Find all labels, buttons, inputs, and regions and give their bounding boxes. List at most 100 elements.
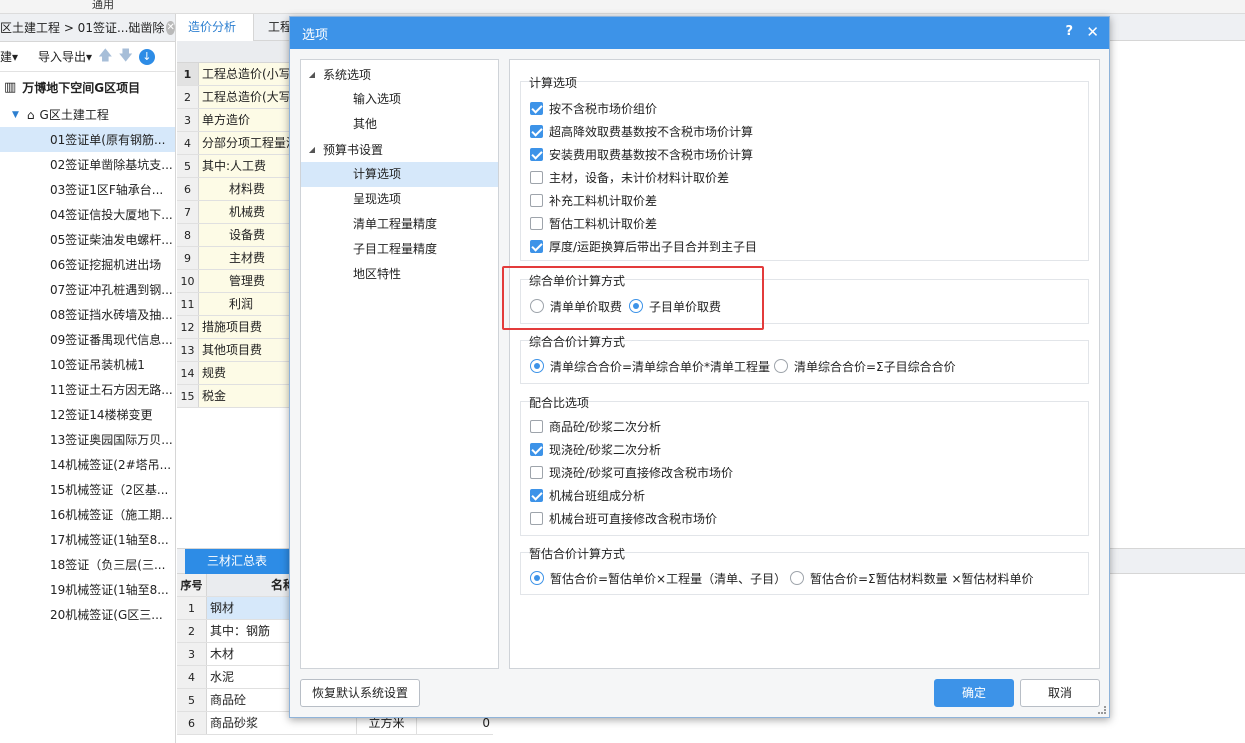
- tree-item[interactable]: 05签证柴油发电螺杆...: [0, 227, 175, 252]
- radio[interactable]: [774, 359, 788, 373]
- checkbox[interactable]: [530, 216, 543, 230]
- checkbox[interactable]: [530, 442, 543, 456]
- row-name[interactable]: 管理费: [199, 270, 292, 292]
- tree-item-sub-precision[interactable]: 子目工程量精度: [301, 237, 498, 262]
- tab-material-summary[interactable]: 三材汇总表: [185, 549, 289, 574]
- row-name[interactable]: 单方造价: [199, 109, 292, 131]
- table-row[interactable]: 6 材料费: [177, 178, 292, 201]
- row-name[interactable]: 机械费: [199, 201, 292, 223]
- checkbox[interactable]: [530, 193, 543, 207]
- table-row[interactable]: 10 管理费: [177, 270, 292, 293]
- radio-option[interactable]: 清单综合合价=Σ子目综合合价: [774, 356, 956, 376]
- tree-item[interactable]: 02签证单凿除基坑支...: [0, 152, 175, 177]
- tree-item[interactable]: 12签证14楼梯变更: [0, 402, 175, 427]
- tree-item[interactable]: 13签证奥园国际万贝...: [0, 427, 175, 452]
- close-icon[interactable]: ✕: [166, 20, 175, 35]
- tree-item[interactable]: 19机械签证(1轴至8...: [0, 577, 175, 602]
- download-icon[interactable]: ↓: [138, 48, 155, 65]
- restore-defaults-button[interactable]: 恢复默认系统设置: [300, 679, 420, 707]
- collapse-icon[interactable]: ◢: [301, 70, 323, 79]
- table-row[interactable]: 7 机械费: [177, 201, 292, 224]
- row-name[interactable]: 工程总造价(小写: [199, 63, 292, 85]
- tree-item[interactable]: 09签证番禺现代信息...: [0, 327, 175, 352]
- table-row[interactable]: 4分部分项工程量清单: [177, 132, 292, 155]
- checkbox[interactable]: [530, 101, 543, 115]
- checkbox-option[interactable]: 补充工料机计取价差: [530, 190, 657, 210]
- help-icon[interactable]: ?: [1065, 24, 1073, 39]
- tree-group-system[interactable]: ◢ 系统选项: [301, 62, 498, 87]
- tree-item[interactable]: 06签证挖掘机进出场: [0, 252, 175, 277]
- tree-item-list-precision[interactable]: 清单工程量精度: [301, 212, 498, 237]
- table-row[interactable]: 12 措施项目费: [177, 316, 292, 339]
- table-row[interactable]: 1 工程总造价(小写: [177, 63, 292, 86]
- checkbox-option[interactable]: 厚度/运距换算后带出子目合并到主子目: [530, 236, 757, 256]
- radio-option[interactable]: 清单综合合价=清单综合单价*清单工程量: [530, 356, 770, 376]
- tree-item[interactable]: 20机械签证(G区三...: [0, 602, 175, 627]
- tree-item[interactable]: 14机械签证(2#塔吊...: [0, 452, 175, 477]
- new-button[interactable]: 建▾: [0, 48, 18, 65]
- checkbox-option[interactable]: 机械台班组成分析: [530, 485, 645, 505]
- checkbox-option[interactable]: 商品砼/砂浆二次分析: [530, 416, 661, 436]
- checkbox-option[interactable]: 超高降效取费基数按不含税市场价计算: [530, 121, 753, 141]
- checkbox-option[interactable]: 机械台班可直接修改含税市场价: [530, 508, 717, 528]
- tree-group-budget[interactable]: ◢ 预算书设置: [301, 137, 498, 162]
- radio[interactable]: [530, 571, 544, 585]
- table-row[interactable]: 13 其他项目费: [177, 339, 292, 362]
- checkbox-option[interactable]: 按不含税市场价组价: [530, 98, 657, 118]
- radio[interactable]: [790, 571, 804, 585]
- checkbox-option[interactable]: 现浇砼/砂浆可直接修改含税市场价: [530, 462, 733, 482]
- cancel-button[interactable]: 取消: [1020, 679, 1100, 707]
- tree-item[interactable]: 16机械签证（施工期...: [0, 502, 175, 527]
- close-icon[interactable]: ✕: [1086, 23, 1099, 41]
- tree-item[interactable]: 08签证挡水砖墙及抽...: [0, 302, 175, 327]
- row-name[interactable]: 其中:人工费: [199, 155, 292, 177]
- radio-option[interactable]: 暂估合价=暂估单价×工程量（清单、子目）: [530, 568, 786, 588]
- row-name[interactable]: 措施项目费: [199, 316, 292, 338]
- tree-item[interactable]: 11签证土石方因无路...: [0, 377, 175, 402]
- move-up-icon[interactable]: 🡅: [98, 45, 112, 69]
- import-export-button[interactable]: 导入导出▾: [38, 48, 92, 65]
- row-name[interactable]: 设备费: [199, 224, 292, 246]
- row-name[interactable]: 利润: [199, 293, 292, 315]
- row-name[interactable]: 分部分项工程量清单: [199, 132, 292, 154]
- table-row[interactable]: 11 利润: [177, 293, 292, 316]
- checkbox-option[interactable]: 暂估工料机计取价差: [530, 213, 657, 233]
- project-root[interactable]: ▥ 万博地下空间G区项目: [0, 72, 175, 102]
- tree-item[interactable]: 15机械签证（2区基...: [0, 477, 175, 502]
- tree-item[interactable]: 03签证1区F轴承台...: [0, 177, 175, 202]
- tree-node-g-zone[interactable]: ▼ ⌂ G区土建工程: [0, 102, 175, 127]
- checkbox[interactable]: [530, 488, 543, 502]
- move-down-icon[interactable]: 🡇: [118, 45, 132, 69]
- checkbox[interactable]: [530, 511, 543, 525]
- checkbox-option[interactable]: 现浇砼/砂浆二次分析: [530, 439, 661, 459]
- tree-item[interactable]: 18签证（负三层(三...: [0, 552, 175, 577]
- table-row[interactable]: 2 工程总造价(大写: [177, 86, 292, 109]
- radio-option[interactable]: 暂估合价=Σ暂估材料数量 ×暂估材料单价: [790, 568, 1034, 588]
- table-row[interactable]: 9 主材费: [177, 247, 292, 270]
- checkbox[interactable]: [530, 419, 543, 433]
- tree-item[interactable]: 07签证冲孔桩遇到钢...: [0, 277, 175, 302]
- tree-item-input-options[interactable]: 输入选项: [301, 87, 498, 112]
- resize-grip[interactable]: [1098, 706, 1106, 714]
- table-row[interactable]: 14 规费: [177, 362, 292, 385]
- tree-item[interactable]: 04签证信投大厦地下...: [0, 202, 175, 227]
- row-name[interactable]: 其他项目费: [199, 339, 292, 361]
- checkbox[interactable]: [530, 147, 543, 161]
- row-name[interactable]: 材料费: [199, 178, 292, 200]
- tree-item-calc-options[interactable]: 计算选项: [301, 162, 498, 187]
- checkbox-option[interactable]: 主材，设备，未计价材料计取价差: [530, 167, 729, 187]
- collapse-icon[interactable]: ◢: [301, 145, 323, 154]
- expand-icon[interactable]: ▼: [12, 110, 19, 120]
- ok-button[interactable]: 确定: [934, 679, 1014, 707]
- row-name[interactable]: 工程总造价(大写: [199, 86, 292, 108]
- table-row[interactable]: 3 单方造价: [177, 109, 292, 132]
- tree-item-region[interactable]: 地区特性: [301, 262, 498, 287]
- radio[interactable]: [530, 359, 544, 373]
- checkbox[interactable]: [530, 170, 543, 184]
- tab-cost-analysis[interactable]: 造价分析: [176, 14, 254, 41]
- row-name[interactable]: 主材费: [199, 247, 292, 269]
- tree-item[interactable]: 10签证吊装机械1: [0, 352, 175, 377]
- tree-item[interactable]: 17机械签证(1轴至8...: [0, 527, 175, 552]
- table-row[interactable]: 5 其中:人工费: [177, 155, 292, 178]
- checkbox-option[interactable]: 安装费用取费基数按不含税市场价计算: [530, 144, 753, 164]
